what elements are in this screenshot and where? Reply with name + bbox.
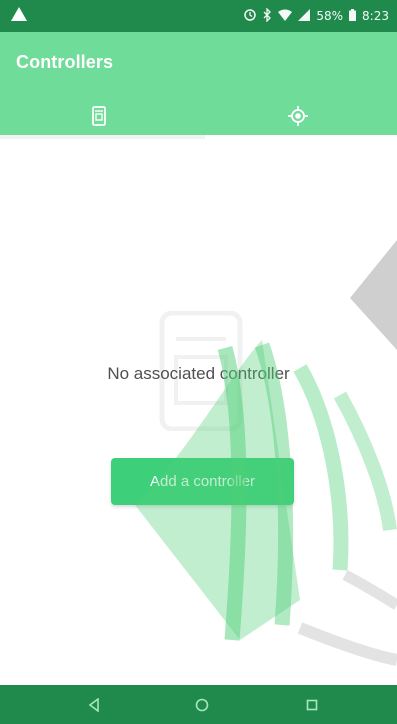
nav-bar [0, 685, 397, 724]
back-icon[interactable] [83, 694, 105, 716]
add-controller-button[interactable]: Add a controller [111, 458, 294, 505]
controller-device-icon [91, 105, 107, 130]
empty-state-message: No associated controller [107, 364, 290, 383]
tab-controllers[interactable] [0, 100, 199, 135]
battery-percent: 58% [316, 9, 344, 23]
tab-target[interactable] [199, 100, 397, 135]
home-icon[interactable] [191, 694, 213, 716]
status-icons: 58% 8:23 [244, 6, 389, 26]
page-title: Controllers [16, 52, 114, 72]
battery-icon [349, 8, 357, 24]
main-content: No associated controller Add a controlle… [0, 139, 397, 685]
target-icon [287, 105, 309, 131]
wifi-icon [278, 9, 293, 24]
status-bar: 58% 8:23 [0, 0, 397, 32]
recents-icon[interactable] [301, 694, 323, 716]
alarm-icon [244, 8, 257, 24]
bluetooth-icon [262, 6, 272, 25]
warning-icon [10, 5, 30, 25]
status-time: 8:23 [362, 9, 389, 23]
signal-icon [298, 8, 311, 24]
app-bar: Controllers [0, 32, 397, 135]
tab-bar [0, 100, 397, 135]
